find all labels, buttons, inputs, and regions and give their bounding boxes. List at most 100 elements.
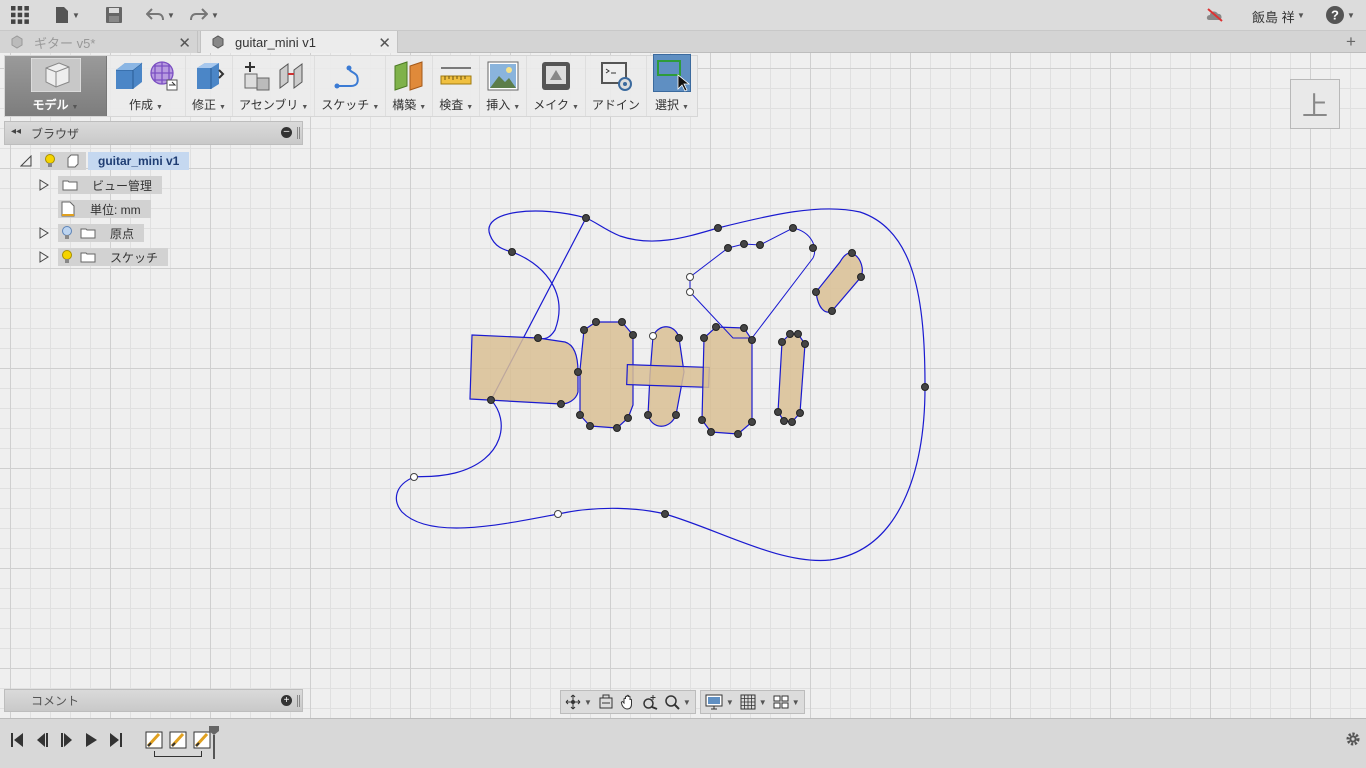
look-at-icon[interactable] [598,694,614,710]
insert-label: 挿入 [486,98,511,112]
tab-guitar-v5[interactable]: ギター v5* ✕ [0,31,198,53]
folder-icon [62,180,78,191]
modify-label: 修正 [192,98,217,112]
collapsed-triangle-icon[interactable] [38,179,50,191]
pickup-cavity-3[interactable] [701,326,753,435]
neck-pocket[interactable] [469,334,579,405]
lightbulb-icon[interactable] [62,250,72,264]
redo-button[interactable]: ▼ [190,4,219,26]
control-cavity[interactable] [815,252,863,313]
tree-item-label: ビュー管理 [92,178,153,193]
select-menu[interactable]: 選択 ▼ [647,54,697,116]
timeline-bar [0,718,1366,768]
route-channel[interactable] [626,363,710,389]
browser-title: ブラウザ [31,126,80,141]
view-cube-face[interactable]: 上 [1302,86,1328,123]
lightbulb-off-icon[interactable] [62,226,72,240]
inspect-label: 検査 [439,98,464,112]
step-back-icon[interactable] [35,732,49,748]
sketch-menu[interactable]: スケッチ ▼ [315,56,387,116]
timeline-marker[interactable] [208,725,220,759]
display-settings-icon[interactable]: ▼ [705,694,734,710]
scripts-icon [600,62,632,91]
pickup-cavity-1[interactable] [579,321,634,429]
document-units-icon [61,201,75,217]
expanded-triangle-icon[interactable] [20,155,32,167]
file-icon [56,7,68,23]
tab-label: guitar_mini v1 [235,34,316,50]
save-icon[interactable] [106,4,122,26]
construct-menu[interactable]: 構築 ▼ [386,56,434,116]
tree-root-row[interactable]: guitar_mini v1 [20,152,190,170]
tree-root-label[interactable]: guitar_mini v1 [88,152,190,170]
step-forward-icon[interactable] [60,732,74,748]
plus-circle-icon[interactable]: + [281,695,292,706]
gear-icon[interactable] [1345,731,1361,747]
timeline-sketch-feature-icon[interactable] [145,731,163,749]
collapsed-triangle-icon[interactable] [38,251,50,263]
panel-grip-icon[interactable] [297,127,300,139]
tab-guitar-mini[interactable]: guitar_mini v1 ✕ [200,31,398,53]
undo-button[interactable]: ▼ [146,4,175,26]
minus-circle-icon[interactable]: – [281,127,292,138]
close-icon[interactable]: ✕ [178,34,191,52]
model-workspace-icon [30,58,81,92]
help-button[interactable]: ? ▼ [1326,4,1355,26]
collapse-panel-icon[interactable]: ◂◂ [11,126,21,137]
close-icon[interactable]: ✕ [378,34,391,52]
browser-panel-header[interactable]: ◂◂ ブラウザ – [4,121,303,145]
insert-image-icon [487,61,519,91]
tree-item-sketches[interactable]: スケッチ [38,248,169,266]
create-menu[interactable]: 作成 ▼ [107,56,186,116]
modify-menu[interactable]: 修正 ▼ [186,56,233,116]
undo-icon [146,8,164,21]
tree-item-units[interactable]: 単位: mm [58,200,151,218]
sketch-canvas[interactable] [0,53,1366,718]
play-icon[interactable] [84,732,98,748]
grid-settings-icon[interactable]: ▼ [740,694,767,710]
pickguard-line[interactable] [689,227,816,339]
viewports-icon[interactable]: ▼ [773,694,800,710]
component-icon [212,35,224,49]
inspect-menu[interactable]: 検査 ▼ [433,56,481,116]
panel-grip-icon[interactable] [297,695,300,707]
folder-icon [80,228,96,239]
new-tab-button[interactable]: + [1346,32,1356,52]
view-cube[interactable]: 上 [1290,79,1340,129]
file-menu-button[interactable]: ▼ [55,4,80,26]
offline-icon[interactable] [1206,4,1224,26]
apps-grid-icon[interactable] [11,4,29,26]
select-icon [652,54,691,92]
box-icon [116,62,143,89]
timeline-group-bracket [154,751,202,757]
assemble-menu[interactable]: アセンブリ ▼ [233,56,316,116]
addins-label: アドイン [591,98,640,112]
assemble-label: アセンブリ [238,98,299,112]
tree-item-label: 単位: mm [90,202,141,217]
zoom-window-icon[interactable]: ▼ [664,694,691,710]
tree-item-label: 原点 [110,226,135,241]
pan-hand-icon[interactable] [620,694,636,710]
3d-print-icon [542,62,571,90]
go-to-start-icon[interactable] [10,732,24,748]
orbit-icon[interactable]: ▼ [565,694,592,710]
make-menu[interactable]: メイク ▼ [527,56,586,116]
lightbulb-icon[interactable] [45,154,55,168]
timeline-sketch-feature-icon[interactable] [169,731,187,749]
go-to-end-icon[interactable] [109,732,123,748]
guitar-sketch[interactable] [0,53,1366,718]
joint-icon [279,63,303,89]
user-menu[interactable]: 飯島 祥 ▼ [1252,0,1305,31]
model-label: モデル [32,98,69,112]
new-component-icon [244,62,270,91]
comments-panel-header[interactable]: コメント + [4,689,303,712]
tree-item-views[interactable]: ビュー管理 [38,176,163,194]
tree-item-origin[interactable]: 原点 [38,224,145,242]
pickup-cavity-4[interactable] [777,333,806,423]
insert-menu[interactable]: 挿入 ▼ [480,56,528,116]
workspace-switcher[interactable]: モデル ▼ [5,56,107,116]
zoom-icon[interactable] [642,694,658,710]
addins-menu[interactable]: アドイン [586,56,647,116]
collapsed-triangle-icon[interactable] [38,227,50,239]
display-tools: ▼ ▼ ▼ [699,690,805,714]
